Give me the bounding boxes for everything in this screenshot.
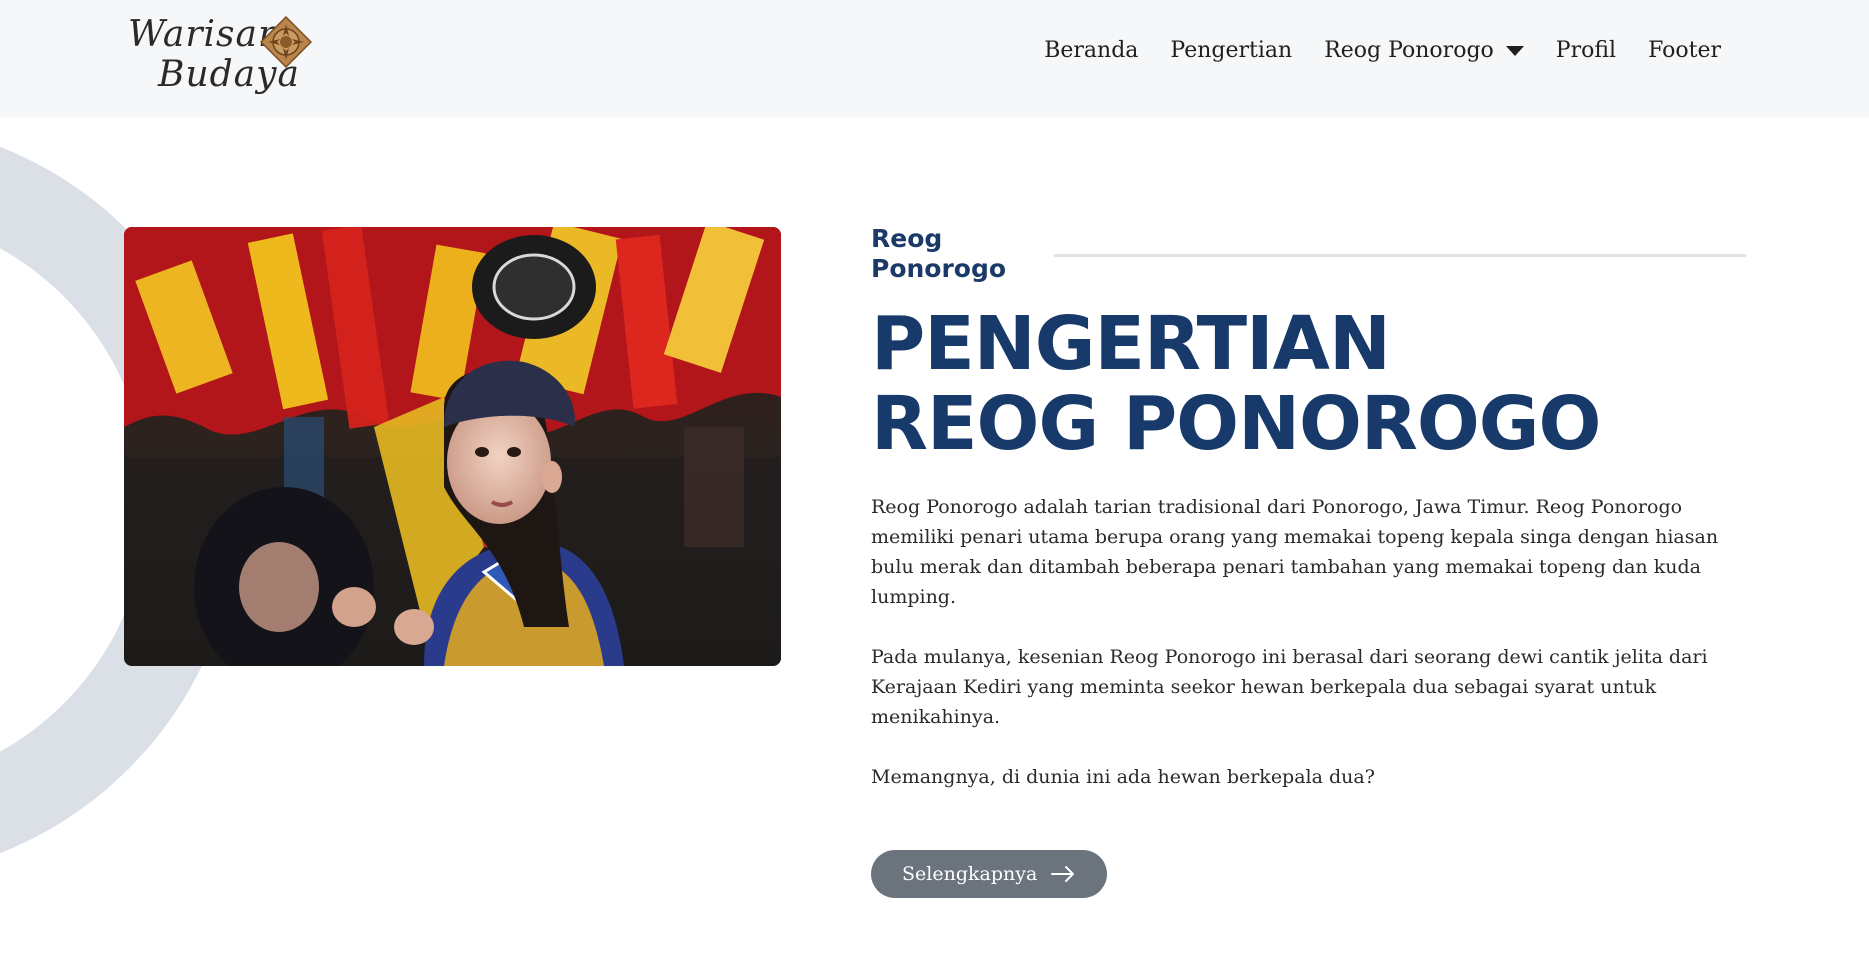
brand-logo[interactable]: Warisan Budaya — [124, 12, 314, 98]
nav-item-reog-ponorogo-dropdown[interactable]: Reog Ponorogo — [1324, 38, 1524, 63]
hero-photo-reog-dancer — [124, 227, 781, 666]
main-nav: Beranda Pengertian Reog Ponorogo Profil … — [1044, 38, 1721, 63]
eyebrow-line1: Reog — [871, 224, 943, 253]
ornament-emblem-icon — [260, 16, 312, 68]
navbar: Warisan Budaya Beranda Pengertian Reog P… — [0, 0, 1869, 117]
divider-line — [1054, 254, 1746, 257]
nav-item-profil[interactable]: Profil — [1556, 38, 1616, 63]
arrow-right-icon — [1051, 866, 1075, 882]
read-more-label: Selengkapnya — [902, 863, 1038, 885]
nav-item-beranda[interactable]: Beranda — [1044, 38, 1138, 63]
nav-label: Reog Ponorogo — [1324, 38, 1494, 63]
page: Warisan Budaya Beranda Pengertian Reog P… — [0, 0, 1869, 970]
nav-item-footer[interactable]: Footer — [1648, 38, 1721, 63]
read-more-button[interactable]: Selengkapnya — [871, 850, 1108, 898]
nav-label: Beranda — [1044, 38, 1139, 63]
paragraph-intro: Reog Ponorogo adalah tarian tradisional … — [871, 496, 1719, 608]
title-line2: REOG PONOROGO — [871, 381, 1601, 467]
nav-label: Profil — [1555, 38, 1617, 63]
eyebrow-line2: Ponorogo — [871, 254, 1007, 283]
eyebrow-row: Reog Ponorogo — [871, 224, 1746, 284]
hero-content: Reog Ponorogo PENGERTIAN REOG PONOROGO R… — [871, 224, 1746, 898]
paragraph-origin: Pada mulanya, kesenian Reog Ponorogo ini… — [871, 646, 1708, 728]
page-title: PENGERTIAN REOG PONOROGO — [871, 304, 1746, 464]
nav-label: Footer — [1648, 38, 1721, 63]
section-eyebrow: Reog Ponorogo — [871, 224, 1021, 284]
caret-down-icon — [1505, 45, 1524, 56]
nav-label: Pengertian — [1170, 38, 1293, 63]
title-line1: PENGERTIAN — [871, 301, 1391, 387]
paragraph-question: Memangnya, di dunia ini ada hewan berkep… — [871, 766, 1375, 788]
nav-item-pengertian[interactable]: Pengertian — [1170, 38, 1292, 63]
